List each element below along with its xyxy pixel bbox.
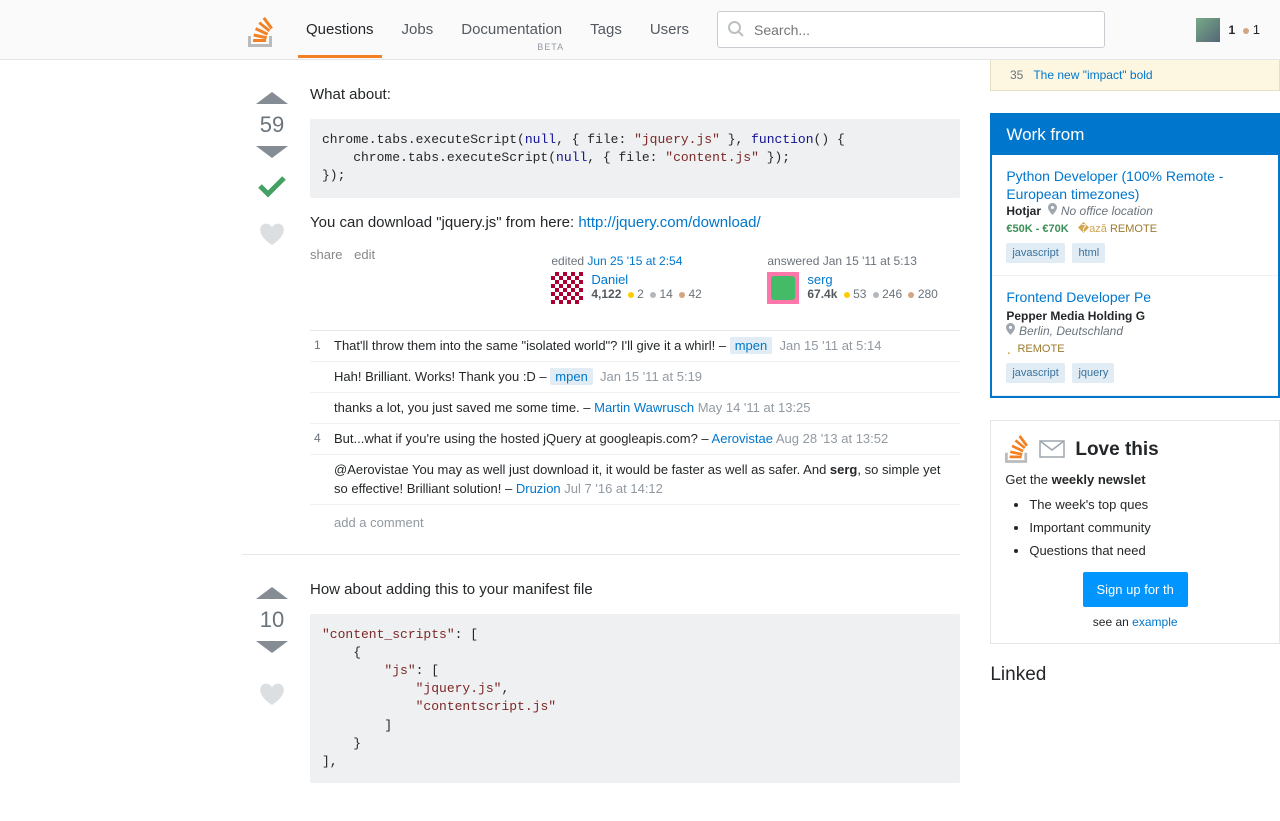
nav-users[interactable]: Users <box>650 1 689 58</box>
accepted-check-icon <box>242 168 302 207</box>
wifi-icon: ⡀ <box>1006 343 1014 355</box>
comment-user[interactable]: Aerovistae <box>712 431 773 446</box>
user-reputation: 1 <box>1228 23 1235 37</box>
author-name[interactable]: serg <box>807 272 832 287</box>
author-signature: answered Jan 15 '11 at 5:13 serg 67.4k 5… <box>760 248 960 312</box>
job-listing[interactable]: Frontend Developer Pe Pepper Media Holdi… <box>992 276 1278 395</box>
comment-user[interactable]: mpen <box>550 368 593 385</box>
editor-avatar-icon[interactable] <box>551 272 583 304</box>
meta-count: 35 <box>1003 68 1023 82</box>
answer: 10 How about adding this to your manifes… <box>242 579 960 798</box>
upvote-button[interactable] <box>256 587 288 599</box>
user-bronze-badges: 1 <box>1243 22 1260 37</box>
search-icon <box>727 20 745 41</box>
stackoverflow-logo-icon[interactable] <box>248 13 278 47</box>
nav-tags[interactable]: Tags <box>590 1 622 58</box>
vote-column: 59 <box>242 84 302 530</box>
comment: Hah! Brilliant. Works! Thank you :D – mp… <box>310 362 960 393</box>
location-pin-icon <box>1006 323 1015 338</box>
newsletter-bullet: The week's top ques <box>1029 497 1265 512</box>
job-tag[interactable]: javascript <box>1006 243 1064 263</box>
add-comment-link[interactable]: add a comment <box>310 505 960 530</box>
linked-heading: Linked <box>990 664 1280 686</box>
wifi-icon: �ază <box>1078 223 1107 235</box>
primary-nav: Questions Jobs Documentation BETA Tags U… <box>306 1 689 58</box>
meta-link[interactable]: The new "impact" bold <box>1033 68 1152 82</box>
envelope-icon <box>1039 440 1065 461</box>
answer-separator <box>242 554 960 555</box>
answer-text: You can download "jquery.js" from here: … <box>310 212 960 233</box>
comments-list: 1 That'll throw them into the same "isol… <box>310 330 960 505</box>
newsletter-subtitle: Get the weekly newslet <box>1005 472 1265 487</box>
hot-meta-box: 35 The new "impact" bold <box>990 60 1280 91</box>
sidebar: 35 The new "impact" bold Work from Pytho… <box>990 60 1280 821</box>
answer-timestamp: Jan 15 '11 at 5:13 <box>823 254 917 268</box>
editor-name[interactable]: Daniel <box>591 272 628 287</box>
answer: 59 What about: chrome.tabs.executeScript… <box>242 84 960 530</box>
edit-link[interactable]: edit <box>354 247 375 262</box>
code-block: "content_scripts": [ { "js": [ "jquery.j… <box>310 614 960 784</box>
favorite-heart-icon[interactable] <box>242 221 302 248</box>
job-title[interactable]: Python Developer (100% Remote - European… <box>1006 168 1223 202</box>
user-area[interactable]: 1 1 <box>1196 18 1280 42</box>
vote-score: 59 <box>242 112 302 138</box>
newsletter-widget: Love this Get the weekly newslet The wee… <box>990 420 1280 644</box>
job-tag[interactable]: jquery <box>1072 363 1114 383</box>
answer-text: What about: <box>310 84 960 105</box>
comment-user[interactable]: Martin Wawrusch <box>594 400 694 415</box>
main-content: 59 What about: chrome.tabs.executeScript… <box>242 60 960 821</box>
comment-user[interactable]: Druzion <box>516 481 561 496</box>
job-tag[interactable]: html <box>1072 243 1105 263</box>
user-avatar-icon <box>1196 18 1220 42</box>
nav-documentation[interactable]: Documentation BETA <box>461 1 562 58</box>
vote-score: 10 <box>242 607 302 633</box>
nav-questions[interactable]: Questions <box>306 1 374 58</box>
signup-button[interactable]: Sign up for th <box>1083 572 1188 607</box>
downvote-button[interactable] <box>256 146 288 158</box>
job-title[interactable]: Frontend Developer Pe <box>1006 289 1151 305</box>
author-avatar-icon[interactable] <box>767 272 799 304</box>
jobs-heading: Work from <box>992 115 1278 155</box>
share-link[interactable]: share <box>310 247 343 262</box>
beta-label: BETA <box>537 42 564 52</box>
topbar: Questions Jobs Documentation BETA Tags U… <box>0 0 1280 60</box>
job-listing[interactable]: Python Developer (100% Remote - European… <box>992 155 1278 276</box>
nav-jobs[interactable]: Jobs <box>402 1 434 58</box>
comment: 4 But...what if you're using the hosted … <box>310 424 960 455</box>
answer-text: How about adding this to your manifest f… <box>310 579 960 600</box>
editor-signature: edited Jun 25 '15 at 2:54 Daniel 4,122 2… <box>544 248 744 312</box>
job-tag[interactable]: javascript <box>1006 363 1064 383</box>
newsletter-bullet: Important community <box>1029 520 1265 535</box>
favorite-heart-icon[interactable] <box>242 681 302 708</box>
download-link[interactable]: http://jquery.com/download/ <box>578 214 760 231</box>
stackoverflow-logo-icon <box>1005 435 1029 466</box>
comment: thanks a lot, you just saved me some tim… <box>310 393 960 424</box>
downvote-button[interactable] <box>256 641 288 653</box>
code-block: chrome.tabs.executeScript(null, { file: … <box>310 119 960 198</box>
newsletter-title: Love this <box>1075 439 1158 461</box>
comment: @Aerovistae You may as well just downloa… <box>310 455 960 504</box>
location-pin-icon <box>1048 203 1057 218</box>
upvote-button[interactable] <box>256 92 288 104</box>
newsletter-bullet: Questions that need <box>1029 543 1265 558</box>
jobs-widget: Work from Python Developer (100% Remote … <box>990 113 1280 398</box>
comment-user[interactable]: mpen <box>730 337 773 354</box>
search-input[interactable] <box>717 11 1105 48</box>
edit-timestamp[interactable]: Jun 25 '15 at 2:54 <box>587 254 682 268</box>
newsletter-example: see an example <box>1005 615 1265 629</box>
search-container <box>717 11 1105 48</box>
vote-column: 10 <box>242 579 302 798</box>
comment: 1 That'll throw them into the same "isol… <box>310 331 960 362</box>
example-link[interactable]: example <box>1132 615 1177 629</box>
